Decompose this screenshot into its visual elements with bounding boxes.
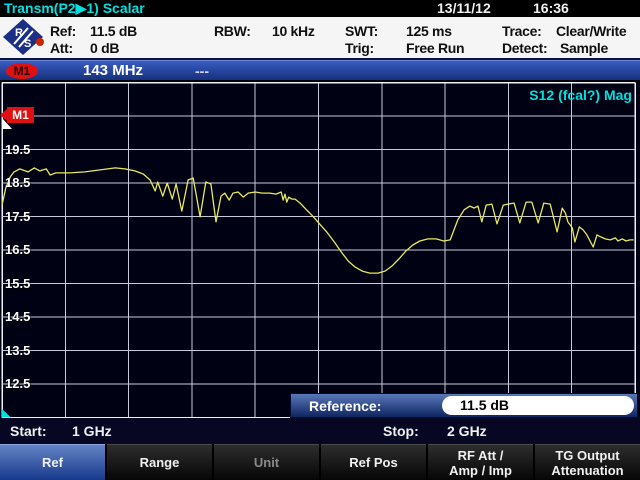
trace-value: Clear/Write [556,23,626,39]
measurement-mode-title: Transm(P2▶1) Scalar [4,0,145,17]
marker-left-arrow-icon [0,109,7,121]
marker-flag-text: M1 [12,108,29,122]
start-value: 1 GHz [72,418,112,444]
top-status-bar: Transm(P2▶1) Scalar 13/11/12 16:36 [0,0,640,17]
date-label: 13/11/12 [437,0,491,17]
y-axis-label: 19.5 [5,142,30,158]
frequency-range-bar: Start: 1 GHz Stop: 2 GHz [0,418,640,444]
rohde-schwarz-logo: R S [2,18,44,56]
rbw-value: 10 kHz [272,23,315,39]
time-label: 16:36 [533,0,569,17]
svg-text:S: S [24,38,31,50]
marker-m1-flag: M1 [7,107,34,123]
y-axis-label: 14.5 [5,309,30,325]
marker-value: --- [195,61,209,81]
y-axis-label: 17.5 [5,209,30,225]
trace-plot [0,82,640,418]
attenuation-indicator-dot [36,38,44,46]
softkey-ref[interactable]: Ref [0,444,105,480]
att-value: 0 dB [90,40,119,56]
ref-label: Ref: [50,23,76,39]
y-axis-label: 18.5 [5,175,30,191]
swt-value: 125 ms [406,23,452,39]
ref-value: 11.5 dB [90,23,137,39]
settings-header: R S Ref: 11.5 dB Att: 0 dB RBW: 10 kHz S… [0,17,640,60]
softkey-tg-output[interactable]: TG Output Attenuation [535,444,640,480]
start-label: Start: [10,418,47,444]
rbw-label: RBW: [214,23,251,39]
trace-label: Trace: [502,23,541,39]
trace-diagram: 19.5 18.5 17.5 16.5 15.5 14.5 13.5 12.5 S12 (fc… [0,82,640,418]
stop-label: Stop: [383,418,419,444]
reference-entry-dialog: Reference: 11.5 dB [290,393,638,418]
analyzer-screen: Transm(P2▶1) Scalar 13/11/12 16:36 R S R… [0,0,640,480]
detect-value: Sample [560,40,608,56]
s-parameter-label: S12 (fcal?) Mag [529,87,632,103]
reference-input[interactable]: 11.5 dB [442,396,634,415]
reference-entry-label: Reference: [309,394,381,418]
corner-wedge-icon [2,409,11,418]
softkey-unit[interactable]: Unit [214,444,319,480]
detect-label: Detect: [502,40,547,56]
reference-input-value: 11.5 dB [442,396,634,415]
softkey-rf-att[interactable]: RF Att / Amp / Imp [428,444,533,480]
swt-label: SWT: [345,23,378,39]
trig-label: Trig: [345,40,374,56]
softkey-ref-pos[interactable]: Ref Pos [321,444,426,480]
s12-trace [2,168,634,273]
marker-readout-bar: M1 143 MHz --- [0,60,640,80]
marker-m1-badge: M1 [6,63,38,79]
y-axis-label: 13.5 [5,343,30,359]
y-axis-label: 16.5 [5,242,30,258]
svg-text:R: R [15,27,23,39]
att-label: Att: [50,40,73,56]
softkey-range[interactable]: Range [107,444,212,480]
marker-frequency: 143 MHz [83,61,143,81]
y-axis-label: 15.5 [5,276,30,292]
softkey-menu: Ref Range Unit Ref Pos RF Att / Amp / Im… [0,444,640,480]
trig-value: Free Run [406,40,464,56]
stop-value: 2 GHz [447,418,487,444]
y-axis-label: 12.5 [5,376,30,392]
